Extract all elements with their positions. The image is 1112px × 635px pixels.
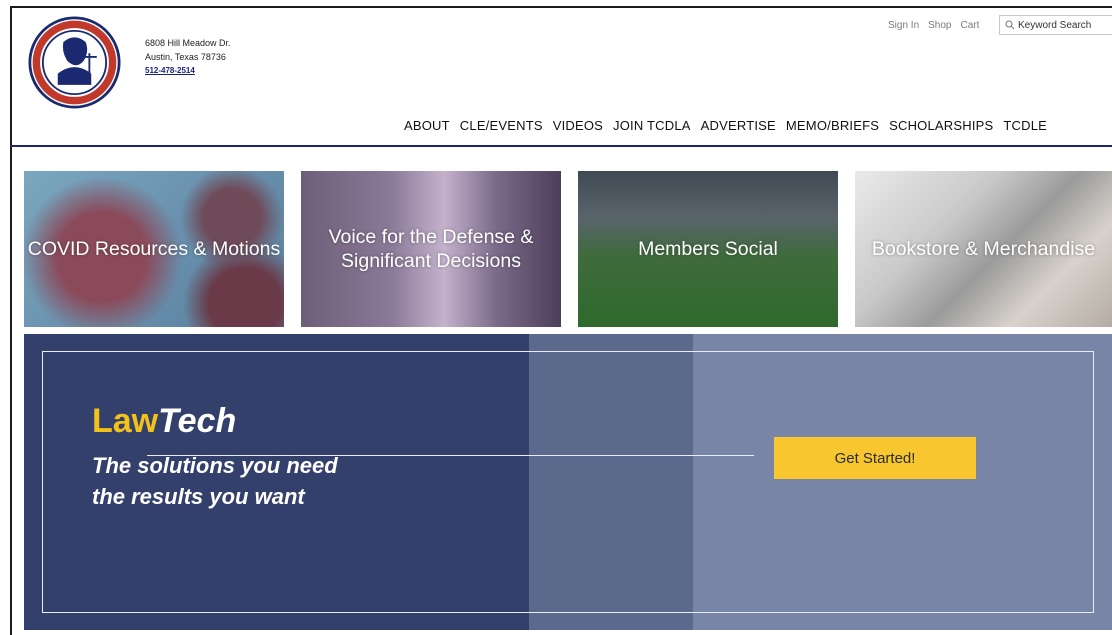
tile-label-members-social: Members Social [638, 238, 778, 260]
phone-link[interactable]: 512-478-2514 [145, 64, 231, 78]
lawtech-title-tech: Tech [158, 402, 237, 440]
address-line-1: 6808 Hill Meadow Dr. [145, 38, 231, 48]
tile-voice-for-defense[interactable]: Voice for the Defense & Significant Deci… [301, 171, 561, 327]
search-icon [1005, 20, 1015, 30]
nav-scholarships[interactable]: SCHOLARSHIPS [889, 118, 993, 133]
nav-memo-briefs[interactable]: MEMO/BRIEFS [786, 118, 879, 133]
nav-advertise[interactable]: ADVERTISE [701, 118, 776, 133]
nav-videos[interactable]: VIDEOS [553, 118, 603, 133]
lawtech-title: LawTech [92, 402, 236, 441]
lawtech-tagline: The solutions you need the results you w… [92, 450, 338, 512]
address-line-2: Austin, Texas 78736 [145, 52, 226, 62]
main-nav: ABOUT CLE/EVENTS VIDEOS JOIN TCDLA ADVER… [404, 118, 1057, 133]
tile-label-bookstore: Bookstore & Merchandise [871, 238, 1096, 260]
nav-cle-events[interactable]: CLE/EVENTS [460, 118, 543, 133]
shop-link[interactable]: Shop [928, 20, 951, 31]
cart-link[interactable]: Cart [961, 20, 980, 31]
utility-links: Sign In Shop Cart [888, 20, 979, 31]
lawtech-banner: LawTech The solutions you need the resul… [24, 334, 1112, 630]
nav-divider [10, 145, 1112, 147]
keyword-search-input[interactable]: Keyword Search [999, 15, 1112, 35]
association-seal-logo[interactable] [28, 16, 121, 109]
tagline-line-1: The solutions you need [92, 453, 338, 478]
nav-about[interactable]: ABOUT [404, 118, 450, 133]
tile-covid-resources[interactable]: COVID Resources & Motions [24, 171, 284, 327]
tile-members-social[interactable]: Members Social [578, 171, 838, 327]
nav-join[interactable]: JOIN TCDLA [613, 118, 691, 133]
get-started-button[interactable]: Get Started! [774, 437, 976, 479]
frame-border-left [10, 6, 12, 635]
nav-tcdle[interactable]: TCDLE [1003, 118, 1047, 133]
page-frame: 6808 Hill Meadow Dr. Austin, Texas 78736… [0, 0, 1112, 635]
contact-address: 6808 Hill Meadow Dr. Austin, Texas 78736… [145, 36, 231, 78]
search-placeholder: Keyword Search [1018, 19, 1092, 31]
tile-label-voice: Voice for the Defense & Significant Deci… [328, 226, 534, 272]
lawtech-title-law: Law [92, 402, 159, 440]
tile-label-covid: COVID Resources & Motions [27, 238, 281, 260]
tile-bookstore[interactable]: Bookstore & Merchandise [855, 171, 1112, 327]
frame-border-top [10, 6, 1112, 8]
tagline-line-2: the results you want [92, 484, 305, 509]
sign-in-link[interactable]: Sign In [888, 20, 919, 31]
